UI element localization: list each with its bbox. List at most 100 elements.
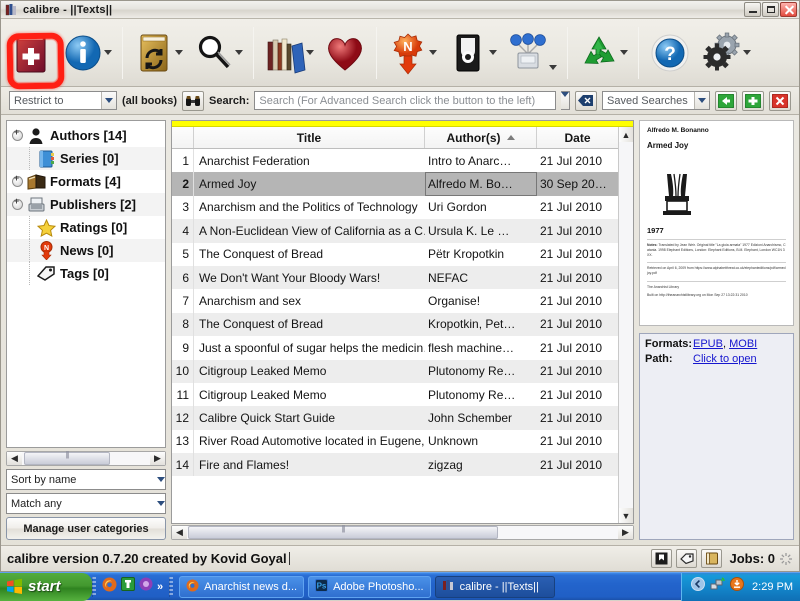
restrict-to-dropdown[interactable]: Restrict to xyxy=(9,91,117,110)
table-row[interactable]: 4 A Non-Euclidean View of California as a… xyxy=(172,219,618,243)
cover-browser-button[interactable] xyxy=(651,549,673,568)
table-row[interactable]: 9 Just a spoonful of sugar helps the medi… xyxy=(172,336,618,360)
sidebar-item-news[interactable]: N News [0] xyxy=(7,239,165,262)
tag-browser-hscrollbar[interactable]: ◀ ▶ xyxy=(6,450,166,466)
sidebar-item-authors[interactable]: Authors [14] xyxy=(7,124,165,147)
firefox-quicklaunch-icon[interactable] xyxy=(102,577,117,597)
get-books-button[interactable] xyxy=(259,28,319,78)
toolbar-separator xyxy=(638,26,639,79)
cover-preview[interactable]: Alfredo M. Bonanno Armed Joy 1977 Notes:… xyxy=(639,120,794,326)
search-input[interactable]: Search (For Advanced Search click the bu… xyxy=(254,91,556,110)
cell-title: We Don't Want Your Bloody Wars! xyxy=(199,270,381,285)
view-button[interactable] xyxy=(188,28,248,78)
cell-num: 5 xyxy=(172,242,194,266)
scroll-left-icon[interactable]: ◀ xyxy=(7,452,22,465)
delete-saved-search-button[interactable] xyxy=(769,90,791,111)
expand-icon[interactable] xyxy=(12,127,23,141)
minimize-button[interactable] xyxy=(744,2,761,17)
green-app-quicklaunch-icon[interactable] xyxy=(121,577,135,596)
table-row[interactable]: 12 Calibre Quick Start Guide John Schember… xyxy=(172,406,618,430)
cell-title: River Road Automotive located in Eugene,… xyxy=(199,434,425,449)
scroll-left-icon[interactable]: ◀ xyxy=(172,526,187,539)
cover-year: 1977 xyxy=(647,226,664,235)
clear-search-button[interactable] xyxy=(575,90,597,111)
scroll-track[interactable] xyxy=(187,524,618,539)
chevron-down-icon[interactable] xyxy=(694,92,709,109)
sidebar-item-ratings[interactable]: Ratings [0] xyxy=(7,216,165,239)
column-header-title[interactable]: Title xyxy=(194,127,425,148)
more-quicklaunch-icon[interactable]: » xyxy=(157,581,163,593)
format-link-epub[interactable]: EPUB xyxy=(693,338,723,350)
column-header-author[interactable]: Author(s) xyxy=(425,127,537,148)
book-details-button[interactable] xyxy=(701,549,723,568)
advanced-search-button[interactable] xyxy=(182,90,205,111)
chevron-down-icon[interactable] xyxy=(157,501,165,506)
sidebar-item-publishers[interactable]: Publishers [2] xyxy=(7,193,165,216)
scroll-down-icon[interactable]: ▼ xyxy=(619,508,633,523)
taskbar-task-1[interactable]: Ps Adobe Photosho... xyxy=(308,575,431,598)
chevron-down-icon[interactable] xyxy=(157,477,165,482)
orange-circle-icon[interactable] xyxy=(730,577,745,596)
show-hidden-icons-icon[interactable] xyxy=(691,577,706,596)
match-type-dropdown[interactable]: Match any xyxy=(6,493,166,514)
book-list-hscrollbar[interactable]: ◀ ▶ xyxy=(171,524,634,540)
table-row[interactable]: 2 Armed Joy Alfredo M. Bo… 30 Sep 20… xyxy=(172,172,618,196)
info-circle-icon xyxy=(60,28,106,78)
saved-searches-value: Saved Searches xyxy=(607,94,688,107)
fetch-news-button[interactable]: N xyxy=(382,28,442,78)
preferences-button[interactable] xyxy=(696,28,756,78)
sidebar-item-formats[interactable]: Formats [4] xyxy=(7,170,165,193)
start-button[interactable]: start xyxy=(0,572,92,601)
purple-app-quicklaunch-icon[interactable] xyxy=(139,577,153,596)
donate-button[interactable] xyxy=(319,28,371,78)
chevron-down-icon[interactable] xyxy=(101,92,116,109)
book-list-vscrollbar[interactable]: ▲ ▼ xyxy=(618,127,633,523)
saved-searches-dropdown[interactable]: Saved Searches xyxy=(602,91,710,110)
add-books-button[interactable] xyxy=(5,28,57,78)
magnifier-icon xyxy=(191,28,237,78)
table-row[interactable]: 11 Citigroup Leaked Memo Plutonomy Re… 21 J… xyxy=(172,382,618,407)
table-row[interactable]: 10 Citigroup Leaked Memo Plutonomy Re… 21 J… xyxy=(172,359,618,383)
path-open-link[interactable]: Click to open xyxy=(693,353,757,365)
table-row[interactable]: 1 Anarchist Federation Intro to Anarc… 21 J… xyxy=(172,149,618,173)
help-button[interactable]: ? xyxy=(644,28,696,78)
expand-icon[interactable] xyxy=(12,196,23,210)
scroll-up-icon[interactable]: ▲ xyxy=(619,127,633,142)
cover-library: The Anarchist Library xyxy=(647,284,680,289)
table-row[interactable]: 6 We Don't Want Your Bloody Wars! NEFAC 21 … xyxy=(172,265,618,290)
search-dropdown-chevron-icon[interactable] xyxy=(561,91,570,110)
sort-by-dropdown[interactable]: Sort by name xyxy=(6,469,166,490)
save-to-disk-button[interactable] xyxy=(442,28,502,78)
convert-books-button[interactable] xyxy=(128,28,188,78)
table-row[interactable]: 7 Anarchism and sex Organise! 21 Jul 2010 xyxy=(172,289,618,313)
column-header-date[interactable]: Date xyxy=(537,127,618,148)
edit-metadata-button[interactable] xyxy=(57,28,117,78)
scroll-track[interactable] xyxy=(619,142,633,508)
scroll-right-icon[interactable]: ▶ xyxy=(618,526,633,539)
column-header-num[interactable] xyxy=(172,127,194,148)
table-row[interactable]: 13 River Road Automotive located in Eugen… xyxy=(172,429,618,454)
restore-button[interactable] xyxy=(762,2,779,17)
sidebar-item-tags[interactable]: Tags [0] xyxy=(7,262,165,285)
add-saved-search-button[interactable] xyxy=(742,90,764,111)
category-tree[interactable]: Authors [14] Series [0] Formats [4] Publish… xyxy=(6,120,166,448)
titlebar[interactable]: calibre - ||Texts|| xyxy=(1,1,799,19)
remove-books-button[interactable] xyxy=(573,28,633,78)
tag-browser-button[interactable] xyxy=(676,549,698,568)
scroll-right-icon[interactable]: ▶ xyxy=(150,452,165,465)
expand-icon[interactable] xyxy=(12,173,23,187)
copy-search-button[interactable] xyxy=(715,90,737,111)
table-row[interactable]: 8 The Conquest of Bread Kropotkin, Pet… 21 … xyxy=(172,312,618,337)
connect-share-button[interactable] xyxy=(502,28,562,78)
manage-user-categories-button[interactable]: Manage user categories xyxy=(6,517,166,540)
table-row[interactable]: 14 Fire and Flames! zigzag 21 Jul 2010 xyxy=(172,453,618,477)
scroll-track[interactable] xyxy=(22,450,150,465)
close-button[interactable] xyxy=(780,2,797,17)
sidebar-item-series[interactable]: Series [0] xyxy=(7,147,165,170)
taskbar-task-2[interactable]: calibre - ||Texts|| xyxy=(434,575,555,598)
table-row[interactable]: 5 The Conquest of Bread Pëtr Kropotkin 21 J… xyxy=(172,242,618,266)
table-row[interactable]: 3 Anarchism and the Politics of Technolog… xyxy=(172,195,618,220)
format-link-mobi[interactable]: MOBI xyxy=(729,338,757,350)
network-icon[interactable] xyxy=(710,577,725,596)
taskbar-task-0[interactable]: Anarchist news d... xyxy=(179,575,305,598)
